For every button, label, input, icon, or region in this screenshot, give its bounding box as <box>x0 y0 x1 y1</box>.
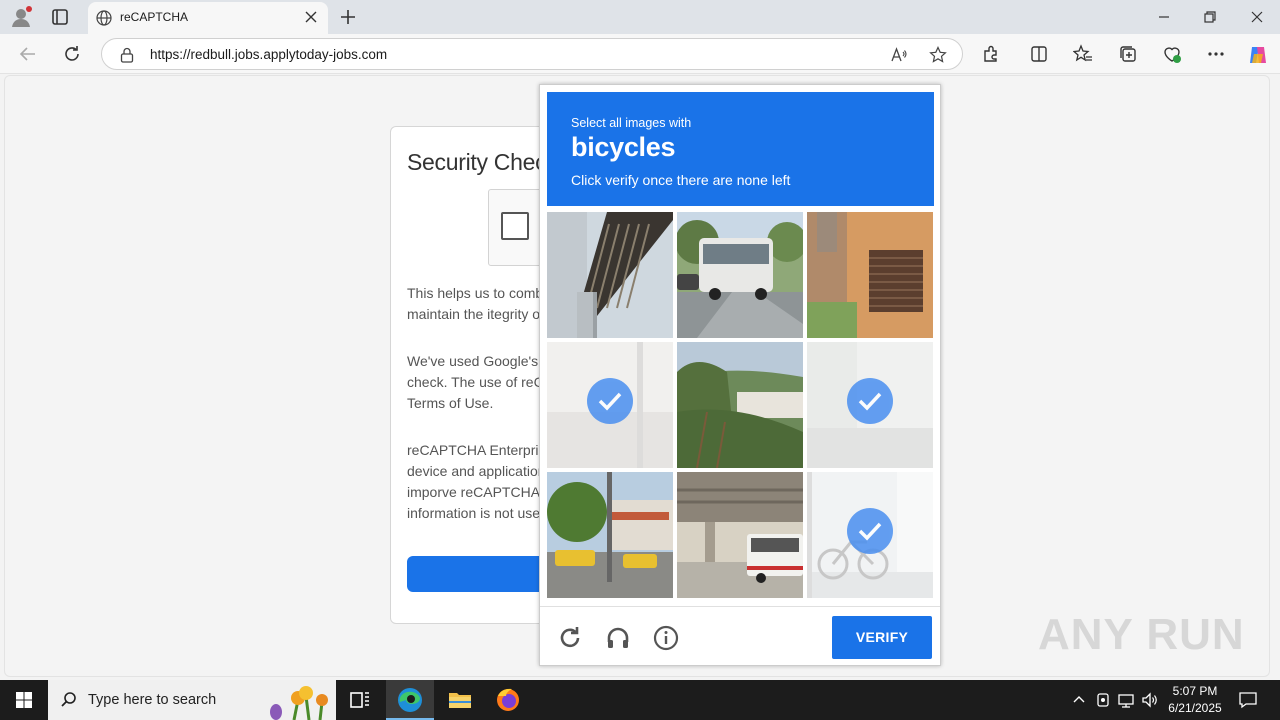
clock-time: 5:07 PM <box>1172 684 1218 698</box>
recaptcha-challenge: Select all images with bicycles Click ve… <box>539 84 941 666</box>
verify-button[interactable]: VERIFY <box>832 616 932 659</box>
captcha-tile-3[interactable] <box>807 212 933 338</box>
favorites-icon[interactable] <box>1072 44 1093 64</box>
image-grid <box>547 212 935 600</box>
active-tab[interactable]: reCAPTCHA <box>88 2 328 34</box>
lock-icon[interactable] <box>120 47 134 63</box>
minimize-icon[interactable] <box>1156 9 1172 25</box>
recaptcha-checkbox[interactable] <box>501 212 529 240</box>
windows-start-icon[interactable] <box>0 680 48 720</box>
taskbar-search-box[interactable]: Type here to search <box>48 680 336 720</box>
captcha-tile-6[interactable] <box>807 342 933 468</box>
url-text: https://redbull.jobs.applytoday-jobs.com <box>150 47 388 62</box>
new-tab-icon[interactable] <box>338 7 358 27</box>
tab-title: reCAPTCHA <box>120 10 189 24</box>
challenge-footer: VERIFY <box>540 606 940 666</box>
challenge-header: Select all images with bicycles Click ve… <box>547 92 934 206</box>
close-tab-icon[interactable] <box>304 10 318 24</box>
copilot-icon[interactable] <box>1247 44 1267 64</box>
search-icon <box>61 692 76 707</box>
more-options-icon[interactable] <box>1206 44 1226 64</box>
audio-challenge-icon[interactable] <box>605 625 631 651</box>
captcha-tile-1[interactable] <box>547 212 673 338</box>
captcha-tile-9[interactable] <box>807 472 933 598</box>
checkmark-icon <box>847 378 893 424</box>
reload-challenge-icon[interactable] <box>557 625 583 651</box>
info-icon[interactable] <box>653 625 679 651</box>
page-title: Security Chec <box>407 149 547 175</box>
flowers-decoration-icon <box>270 686 328 720</box>
checkmark-icon <box>847 508 893 554</box>
challenge-target: bicycles <box>571 132 676 162</box>
browser-essentials-icon[interactable] <box>1162 44 1182 64</box>
clock-date: 6/21/2025 <box>1168 701 1222 715</box>
network-icon[interactable] <box>1117 691 1135 709</box>
challenge-note: Click verify once there are none left <box>571 172 791 188</box>
address-bar-row: https://redbull.jobs.applytoday-jobs.com <box>0 34 1280 74</box>
file-explorer-icon[interactable] <box>436 680 484 720</box>
split-screen-icon[interactable] <box>1029 44 1049 64</box>
edge-taskbar-icon[interactable] <box>386 680 434 720</box>
taskbar: Type here to search 5:07 PM 6/21/2025 <box>0 680 1280 720</box>
volume-icon[interactable] <box>1141 691 1159 709</box>
system-clock[interactable]: 5:07 PM 6/21/2025 <box>1162 683 1228 717</box>
favorite-star-icon[interactable] <box>929 46 947 64</box>
refresh-icon[interactable] <box>62 44 82 64</box>
tab-strip: reCAPTCHA <box>0 0 1280 34</box>
captcha-tile-8[interactable] <box>677 472 803 598</box>
extensions-icon[interactable] <box>981 44 1001 64</box>
checkmark-icon <box>587 378 633 424</box>
captcha-tile-4[interactable] <box>547 342 673 468</box>
firefox-icon[interactable] <box>484 680 532 720</box>
device-icon[interactable] <box>1094 691 1112 709</box>
profile-icon[interactable] <box>10 6 32 28</box>
captcha-tile-7[interactable] <box>547 472 673 598</box>
restore-icon[interactable] <box>1202 9 1218 25</box>
read-aloud-icon[interactable] <box>890 46 908 64</box>
globe-icon <box>96 10 112 26</box>
tab-actions-icon[interactable] <box>48 6 72 28</box>
url-field[interactable]: https://redbull.jobs.applytoday-jobs.com <box>101 38 963 70</box>
captcha-tile-2[interactable] <box>677 212 803 338</box>
notification-icon[interactable] <box>1238 690 1258 710</box>
chevron-up-icon[interactable] <box>1070 691 1088 709</box>
back-arrow-icon[interactable] <box>18 44 38 64</box>
collections-icon[interactable] <box>1118 44 1138 64</box>
search-placeholder: Type here to search <box>88 692 217 708</box>
challenge-instruction: Select all images with <box>571 116 692 130</box>
task-view-icon[interactable] <box>336 680 384 720</box>
watermark-logo: ANY RUN <box>1038 610 1245 659</box>
captcha-tile-5[interactable] <box>677 342 803 468</box>
close-window-icon[interactable] <box>1249 9 1265 25</box>
